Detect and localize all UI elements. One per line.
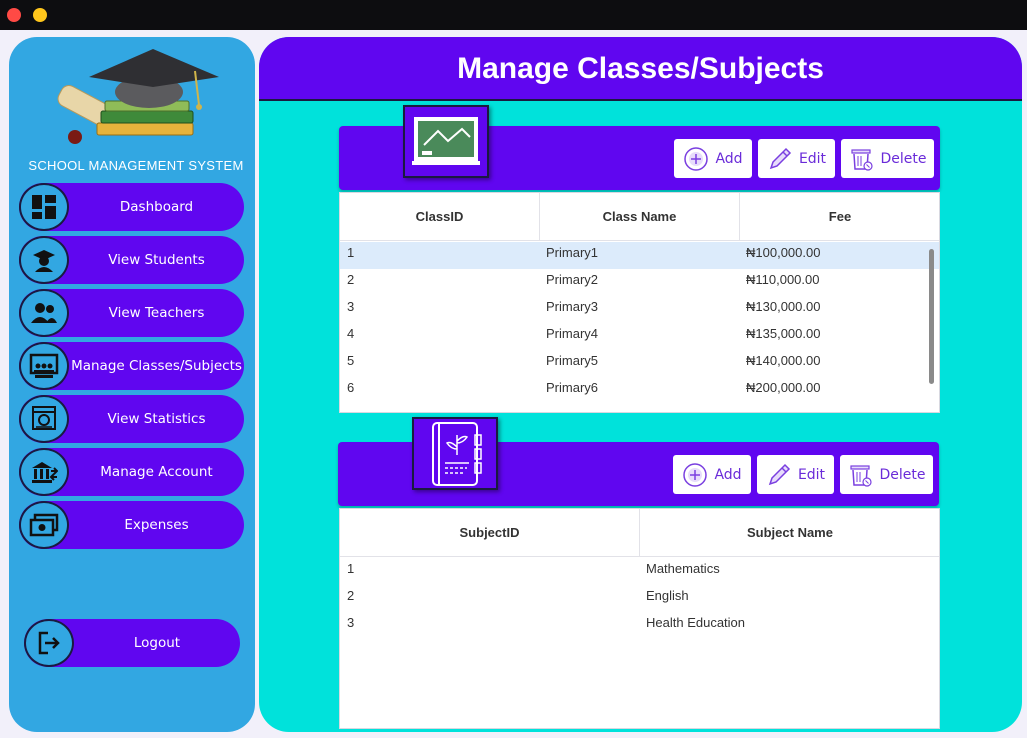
add-label: Add: [715, 150, 743, 167]
add-subject-button[interactable]: Add: [673, 455, 751, 494]
fee-cell: ₦200,000.00: [746, 380, 821, 395]
statistics-icon: [19, 395, 69, 443]
subject-name-cell: Mathematics: [646, 561, 720, 576]
subject-id-cell: 3: [347, 615, 355, 630]
class-name-cell: Primary6: [546, 380, 599, 395]
subject-name-cell: Health Education: [646, 615, 746, 630]
sidebar-item-view-students[interactable]: View Students: [19, 236, 244, 284]
table-row[interactable]: 2 English: [340, 585, 939, 612]
edit-class-button[interactable]: Edit: [758, 139, 835, 178]
fee-cell: ₦130,000.00: [746, 299, 821, 314]
fee-cell: ₦100,000.00: [746, 245, 821, 260]
sidebar-item-view-statistics[interactable]: View Statistics: [19, 395, 244, 443]
sidebar-item-dashboard[interactable]: Dashboard: [19, 183, 244, 231]
classes-table-scrollbar[interactable]: [929, 249, 934, 384]
table-row[interactable]: 6 Primary6 ₦200,000.00: [340, 377, 939, 404]
class-id-cell: 3: [347, 299, 355, 314]
delete-subject-button[interactable]: Delete: [840, 455, 933, 494]
money-icon: [19, 501, 69, 549]
class-name-cell: Primary2: [546, 272, 599, 287]
column-header[interactable]: Fee: [740, 193, 939, 241]
bank-icon: [19, 448, 69, 496]
column-header[interactable]: Subject Name: [640, 509, 939, 557]
sidebar-item-label: Manage Classes/Subjects: [71, 358, 242, 374]
graduation-cap-logo: [49, 47, 219, 147]
class-id-cell: 2: [347, 272, 355, 287]
pencil-icon: [766, 462, 792, 488]
trash-icon: [849, 146, 875, 172]
table-row[interactable]: 3 Health Education: [340, 612, 939, 639]
delete-label: Delete: [880, 150, 927, 167]
main-header: Manage Classes/Subjects: [259, 37, 1022, 101]
sidebar-item-view-teachers[interactable]: View Teachers: [19, 289, 244, 337]
table-row[interactable]: 1 Primary1 ₦100,000.00: [340, 242, 939, 269]
add-class-button[interactable]: Add: [674, 139, 752, 178]
sidebar-item-label: View Students: [108, 252, 205, 268]
class-id-cell: 4: [347, 326, 355, 341]
logout-label: Logout: [133, 635, 181, 651]
classes-table-header: ClassID Class Name Fee: [340, 193, 939, 241]
teachers-icon: [19, 289, 69, 337]
add-icon: [683, 146, 709, 172]
logout-icon: [24, 619, 74, 667]
minimize-window-button[interactable]: [33, 8, 47, 22]
fee-cell: ₦110,000.00: [746, 272, 820, 287]
graduate-icon: [19, 236, 69, 284]
table-row[interactable]: 5 Primary5 ₦140,000.00: [340, 350, 939, 377]
sidebar-item-manage-classes-subjects[interactable]: Manage Classes/Subjects: [19, 342, 244, 390]
class-id-cell: 1: [347, 245, 355, 260]
sidebar-item-label: Manage Account: [100, 464, 213, 480]
main-content: Manage Classes/Subjects Add Edit Delete …: [259, 37, 1022, 732]
table-row[interactable]: 4 Primary4 ₦135,000.00: [340, 323, 939, 350]
edit-subject-button[interactable]: Edit: [757, 455, 834, 494]
trash-icon: [848, 462, 874, 488]
sidebar-item-label: Dashboard: [119, 199, 194, 215]
class-name-cell: Primary5: [546, 353, 599, 368]
notebook-icon: [412, 417, 498, 490]
column-header[interactable]: Class Name: [540, 193, 740, 241]
add-icon: [682, 462, 708, 488]
classes-table[interactable]: ClassID Class Name Fee 1 Primary1 ₦100,0…: [339, 192, 940, 413]
close-window-button[interactable]: [7, 8, 21, 22]
subject-id-cell: 1: [347, 561, 355, 576]
sidebar-item-label: View Teachers: [108, 305, 205, 321]
class-id-cell: 6: [347, 380, 355, 395]
pencil-icon: [767, 146, 793, 172]
subject-name-cell: English: [646, 588, 689, 603]
sidebar-item-expenses[interactable]: Expenses: [19, 501, 244, 549]
fee-cell: ₦135,000.00: [746, 326, 821, 341]
class-name-cell: Primary4: [546, 326, 599, 341]
page-title: Manage Classes/Subjects: [457, 52, 824, 85]
sidebar: SCHOOL MANAGEMENT SYSTEM Dashboard View …: [9, 37, 255, 732]
table-row[interactable]: 2 Primary2 ₦110,000.00: [340, 269, 939, 296]
table-row[interactable]: 3 Primary3 ₦130,000.00: [340, 296, 939, 323]
table-row[interactable]: 1 Mathematics: [340, 558, 939, 585]
edit-label: Edit: [797, 466, 826, 483]
fee-cell: ₦140,000.00: [746, 353, 821, 368]
column-header[interactable]: SubjectID: [340, 509, 640, 557]
subjects-table[interactable]: SubjectID Subject Name 1 Mathematics 2 E…: [339, 508, 940, 729]
edit-label: Edit: [798, 150, 827, 167]
subject-id-cell: 2: [347, 588, 355, 603]
sidebar-item-label: Expenses: [124, 517, 189, 533]
column-header[interactable]: ClassID: [340, 193, 540, 241]
sidebar-item-manage-account[interactable]: Manage Account: [19, 448, 244, 496]
class-id-cell: 5: [347, 353, 355, 368]
window-titlebar: [0, 0, 1027, 30]
sidebar-item-label: View Statistics: [107, 411, 206, 427]
chalkboard-icon: [403, 105, 489, 178]
subjects-table-header: SubjectID Subject Name: [340, 509, 939, 557]
class-name-cell: Primary1: [546, 245, 599, 260]
delete-class-button[interactable]: Delete: [841, 139, 934, 178]
delete-label: Delete: [879, 466, 926, 483]
class-name-cell: Primary3: [546, 299, 599, 314]
classroom-icon: [19, 342, 69, 390]
logout-button[interactable]: Logout: [24, 619, 240, 667]
add-label: Add: [714, 466, 742, 483]
dashboard-icon: [19, 183, 69, 231]
app-title: SCHOOL MANAGEMENT SYSTEM: [28, 158, 244, 173]
